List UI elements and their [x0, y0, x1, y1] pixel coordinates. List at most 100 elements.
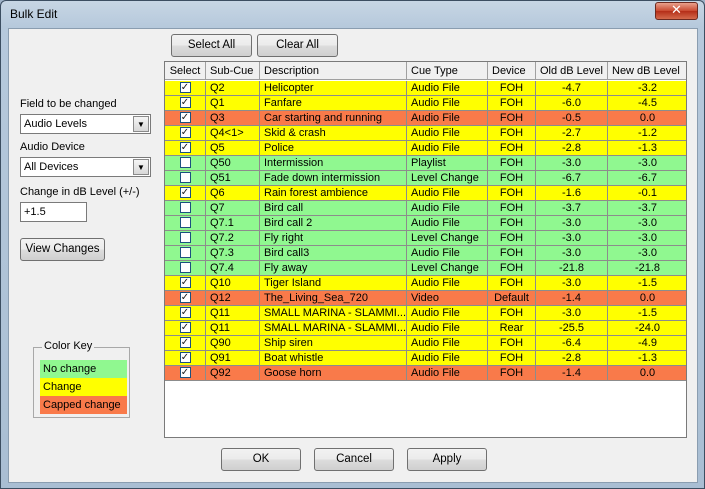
checkbox-checked[interactable]: ✓: [179, 307, 191, 318]
checkbox-unchecked[interactable]: [179, 217, 191, 228]
view-changes-button[interactable]: View Changes: [20, 238, 105, 261]
table-row[interactable]: ✓ Q5 Police Audio File FOH -2.8 -1.3: [165, 141, 686, 156]
description-cell: Bird call: [260, 201, 407, 216]
color-key-capped-change: Capped change: [40, 396, 127, 414]
cancel-button[interactable]: Cancel: [314, 448, 394, 471]
device-cell: FOH: [488, 186, 536, 201]
change-db-input[interactable]: +1.5: [20, 202, 87, 222]
sub-cue-cell: Q4<1>: [206, 126, 260, 141]
checkbox-checked[interactable]: ✓: [179, 112, 191, 123]
select-cell: ✓: [165, 126, 206, 141]
table-row[interactable]: Q50 Intermission Playlist FOH -3.0 -3.0: [165, 156, 686, 171]
close-icon: ✕: [671, 3, 682, 18]
table-row[interactable]: ✓ Q91 Boat whistle Audio File FOH -2.8 -1.3: [165, 351, 686, 366]
select-cell: [165, 171, 206, 186]
table-row[interactable]: ✓ Q11 SMALL MARINA - SLAMMI... Audio File FO…: [165, 306, 686, 321]
col-header-select[interactable]: Select: [165, 62, 206, 80]
table-row[interactable]: Q7 Bird call Audio File FOH -3.7 -3.7: [165, 201, 686, 216]
description-cell: The_Living_Sea_720: [260, 291, 407, 306]
old-db-cell: -4.7: [536, 81, 608, 96]
device-cell: FOH: [488, 276, 536, 291]
checkbox-checked[interactable]: ✓: [179, 292, 191, 303]
checkbox-checked[interactable]: ✓: [179, 97, 191, 108]
col-header-cue-type[interactable]: Cue Type: [407, 62, 488, 80]
table-row[interactable]: ✓ Q2 Helicopter Audio File FOH -4.7 -3.2: [165, 81, 686, 96]
col-header-device[interactable]: Device: [488, 62, 536, 80]
checkbox-checked[interactable]: ✓: [179, 367, 191, 378]
checkbox-unchecked[interactable]: [179, 232, 191, 243]
new-db-cell: 0.0: [608, 111, 686, 126]
cue-type-cell: Audio File: [407, 111, 488, 126]
table-row[interactable]: Q7.2 Fly right Level Change FOH -3.0 -3.0: [165, 231, 686, 246]
checkbox-unchecked[interactable]: [179, 262, 191, 273]
color-key-no-change: No change: [40, 360, 127, 378]
checkbox-unchecked[interactable]: [179, 157, 191, 168]
checkbox-checked[interactable]: ✓: [179, 337, 191, 348]
title-bar[interactable]: Bulk Edit ✕: [1, 1, 704, 27]
table-row[interactable]: Q7.1 Bird call 2 Audio File FOH -3.0 -3.0: [165, 216, 686, 231]
device-cell: FOH: [488, 261, 536, 276]
old-db-cell: -3.0: [536, 276, 608, 291]
table-row[interactable]: ✓ Q12 The_Living_Sea_720 Video Default -1.4 0.…: [165, 291, 686, 306]
close-button[interactable]: ✕: [655, 2, 698, 20]
new-db-cell: -4.5: [608, 96, 686, 111]
table-row[interactable]: ✓ Q10 Tiger Island Audio File FOH -3.0 -1.5: [165, 276, 686, 291]
device-cell: FOH: [488, 111, 536, 126]
table-row[interactable]: ✓ Q1 Fanfare Audio File FOH -6.0 -4.5: [165, 96, 686, 111]
sub-cue-cell: Q7.1: [206, 216, 260, 231]
new-db-cell: -3.7: [608, 201, 686, 216]
table-row[interactable]: ✓ Q90 Ship siren Audio File FOH -6.4 -4.9: [165, 336, 686, 351]
select-cell: ✓: [165, 366, 206, 381]
chevron-down-icon[interactable]: ▼: [133, 159, 149, 175]
color-key-title: Color Key: [42, 340, 95, 352]
sub-cue-cell: Q1: [206, 96, 260, 111]
sub-cue-cell: Q7.3: [206, 246, 260, 261]
col-header-old-db[interactable]: Old dB Level: [536, 62, 608, 80]
checkbox-checked[interactable]: ✓: [179, 277, 191, 288]
table-row[interactable]: Q51 Fade down intermission Level Change FOH…: [165, 171, 686, 186]
select-cell: [165, 216, 206, 231]
field-select[interactable]: Audio Levels ▼: [20, 114, 151, 134]
old-db-cell: -3.0: [536, 231, 608, 246]
select-cell: ✓: [165, 96, 206, 111]
table-row[interactable]: ✓ Q3 Car starting and running Audio File FOH…: [165, 111, 686, 126]
sub-cue-cell: Q7.4: [206, 261, 260, 276]
col-header-new-db[interactable]: New dB Level: [608, 62, 686, 80]
old-db-cell: -3.0: [536, 246, 608, 261]
checkbox-checked[interactable]: ✓: [179, 127, 191, 138]
table-row[interactable]: ✓ Q4<1> Skid & crash Audio File FOH -2.7 -1.2: [165, 126, 686, 141]
table-row[interactable]: ✓ Q92 Goose horn Audio File FOH -1.4 0.0: [165, 366, 686, 381]
description-cell: Rain forest ambience: [260, 186, 407, 201]
chevron-down-icon[interactable]: ▼: [133, 116, 149, 132]
checkbox-checked[interactable]: ✓: [179, 82, 191, 93]
cue-type-cell: Audio File: [407, 96, 488, 111]
checkbox-unchecked[interactable]: [179, 247, 191, 258]
new-db-cell: -3.0: [608, 231, 686, 246]
checkbox-unchecked[interactable]: [179, 202, 191, 213]
col-header-description[interactable]: Description: [260, 62, 407, 80]
cue-type-cell: Audio File: [407, 216, 488, 231]
checkbox-checked[interactable]: ✓: [179, 142, 191, 153]
device-select[interactable]: All Devices ▼: [20, 157, 151, 177]
new-db-cell: -1.5: [608, 276, 686, 291]
table-row[interactable]: ✓ Q6 Rain forest ambience Audio File FOH -1.6…: [165, 186, 686, 201]
table-row[interactable]: ✓ Q11 SMALL MARINA - SLAMMI... Audio File Re…: [165, 321, 686, 336]
description-cell: Tiger Island: [260, 276, 407, 291]
clear-all-button[interactable]: Clear All: [257, 34, 338, 57]
apply-button[interactable]: Apply: [407, 448, 487, 471]
cue-type-cell: Audio File: [407, 126, 488, 141]
ok-button[interactable]: OK: [221, 448, 301, 471]
sub-cue-cell: Q92: [206, 366, 260, 381]
checkbox-checked[interactable]: ✓: [179, 187, 191, 198]
col-header-sub-cue[interactable]: Sub-Cue: [206, 62, 260, 80]
checkbox-unchecked[interactable]: [179, 172, 191, 183]
cue-type-cell: Audio File: [407, 201, 488, 216]
device-cell: Default: [488, 291, 536, 306]
checkbox-checked[interactable]: ✓: [179, 352, 191, 363]
table-header: Select Sub-Cue Description Cue Type Devi…: [165, 62, 686, 80]
select-cell: ✓: [165, 336, 206, 351]
select-all-button[interactable]: Select All: [171, 34, 252, 57]
table-row[interactable]: Q7.3 Bird call3 Audio File FOH -3.0 -3.0: [165, 246, 686, 261]
checkbox-checked[interactable]: ✓: [179, 322, 191, 333]
table-row[interactable]: Q7.4 Fly away Level Change FOH -21.8 -21.8: [165, 261, 686, 276]
